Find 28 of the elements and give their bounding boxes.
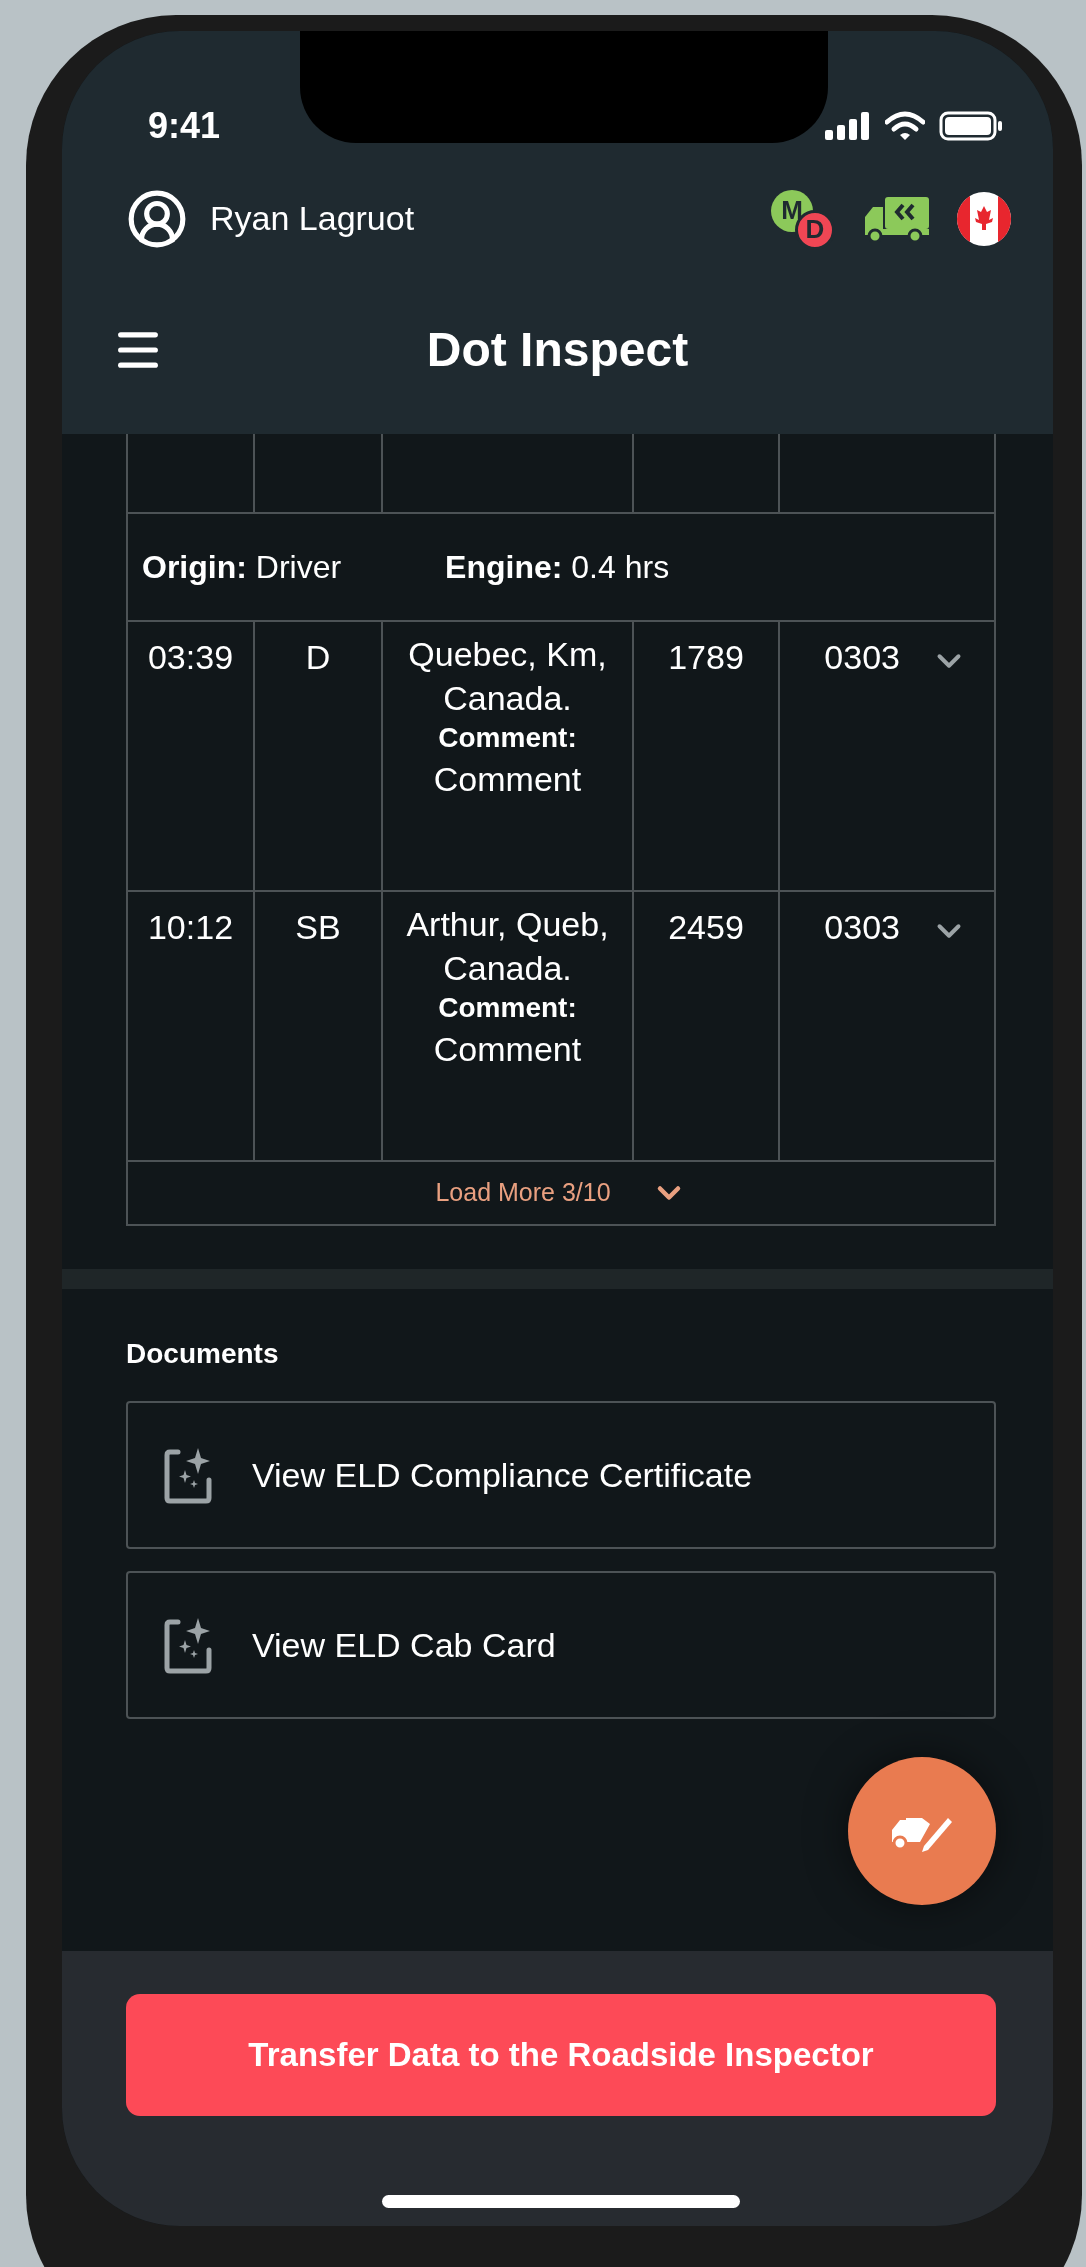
- comment-label: Comment:: [438, 991, 577, 1026]
- page-title: Dot Inspect: [426, 322, 689, 378]
- status-cell-text: D: [305, 637, 331, 678]
- user-name: Ryan Lagruot: [210, 198, 415, 239]
- document-button[interactable]: View ELD Cab Card: [126, 1571, 996, 1719]
- section-title: Documents: [126, 1337, 280, 1371]
- status-time: 9:41: [148, 104, 221, 148]
- document-button[interactable]: View ELD Compliance Certificate: [126, 1401, 996, 1549]
- signal-icon: [825, 112, 871, 140]
- time-cell-text: 03:39: [147, 637, 234, 678]
- truck-icon[interactable]: [863, 194, 929, 243]
- summary-text: Origin: Driver: [142, 548, 342, 587]
- wifi-icon: [885, 111, 925, 141]
- load-more-link[interactable]: Load More 3/10: [435, 1174, 611, 1212]
- comment-label: Comment:: [438, 721, 577, 756]
- code-cell-text: 0303: [824, 907, 900, 948]
- odometer-cell-text: 1789: [668, 637, 744, 678]
- comment-text: Comment: [433, 758, 582, 800]
- time-cell-text: 10:12: [147, 907, 234, 948]
- battery-icon: [939, 111, 1003, 141]
- location-text: Arthur, Queb, Canada.: [405, 904, 610, 990]
- flag-icon[interactable]: [957, 191, 1011, 246]
- location-text: Quebec, Km, Canada.: [407, 634, 608, 720]
- status-cell-text: SB: [295, 907, 341, 948]
- odometer-cell-text: 2459: [668, 907, 744, 948]
- summary-text: Engine: 0.4 hrs: [445, 548, 670, 587]
- code-cell-text: 0303: [824, 637, 900, 678]
- comment-text: Comment: [433, 1028, 582, 1070]
